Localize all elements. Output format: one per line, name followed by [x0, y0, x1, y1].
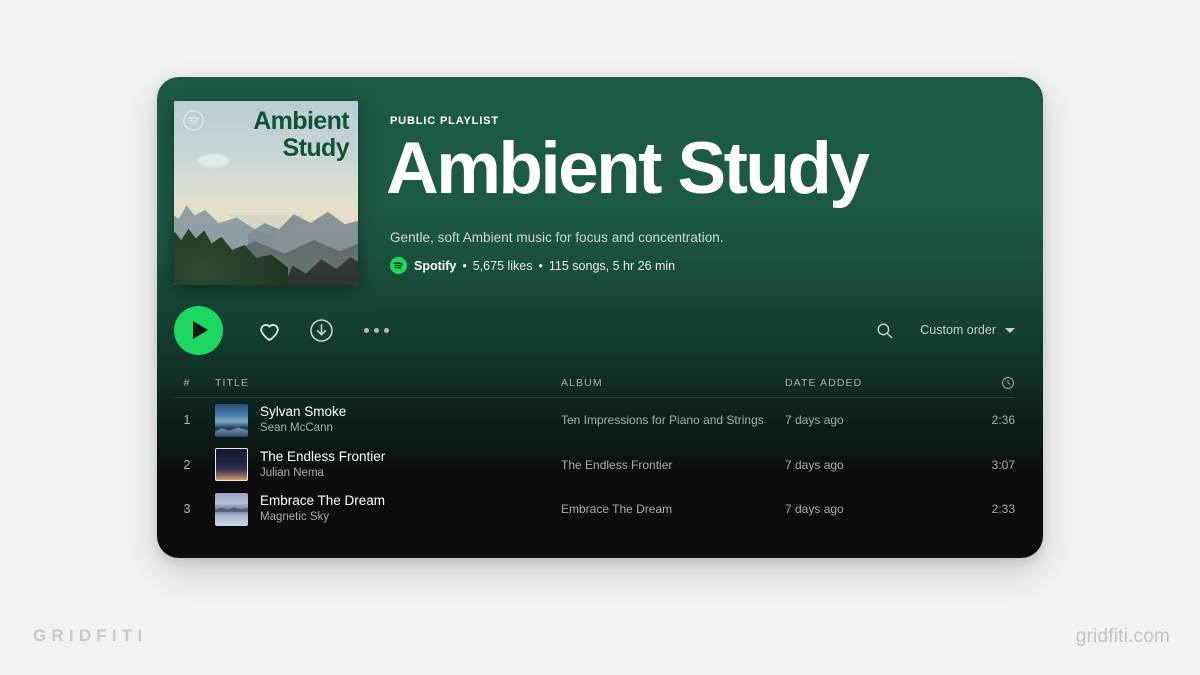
track-title[interactable]: Sylvan Smoke [260, 404, 346, 421]
playlist-owner[interactable]: Spotify [414, 259, 456, 273]
column-header-title: TITLE [215, 376, 250, 389]
track-duration: 2:33 [991, 502, 1015, 517]
spotify-logo-icon [183, 110, 204, 131]
spotify-playlist-card: Ambient Study PUBLIC PLAYLIST Ambient St… [157, 77, 1043, 558]
spotify-logo-icon [390, 257, 407, 275]
download-button[interactable] [309, 318, 334, 343]
track-number: 2 [183, 457, 191, 472]
track-date-added: 7 days ago [785, 413, 844, 428]
search-button[interactable] [875, 321, 894, 340]
track-thumbnail [215, 448, 248, 482]
like-button[interactable] [256, 317, 283, 344]
track-album[interactable]: The Endless Frontier [561, 458, 785, 472]
column-header-date-added: DATE ADDED [785, 376, 863, 389]
gridfiti-url: gridfiti.com [1075, 626, 1170, 647]
playlist-likes: 5,675 likes [472, 258, 533, 273]
sort-order-button[interactable]: Custom order [920, 323, 1015, 337]
track-album[interactable]: Ten Impressions for Piano and Strings [561, 413, 785, 427]
track-title[interactable]: The Endless Frontier [260, 449, 385, 466]
playlist-controls: Custom order [157, 292, 1043, 368]
track-thumbnail [215, 403, 248, 437]
track-album[interactable]: Embrace The Dream [561, 502, 785, 516]
column-header-duration [953, 376, 1015, 390]
tracklist-rows: 1 Sylvan Smoke Sean McCann Ten Impressions … [174, 398, 1015, 532]
playlist-header: Ambient Study PUBLIC PLAYLIST Ambient St… [157, 77, 1043, 292]
play-button[interactable] [174, 305, 223, 355]
chevron-down-icon [1005, 327, 1015, 333]
column-header-album: ALBUM [561, 376, 603, 389]
playlist-cover-art[interactable]: Ambient Study [174, 101, 358, 285]
playlist-description: Gentle, soft Ambient music for focus and… [390, 230, 724, 246]
tracklist-header-row: # TITLE ALBUM DATE ADDED [174, 368, 1015, 398]
download-circle-icon [310, 318, 333, 342]
play-icon [192, 321, 208, 339]
stat-separator-2: • [538, 258, 543, 273]
track-date-added: 7 days ago [785, 502, 844, 517]
track-thumbnail [215, 492, 248, 526]
playlist-song-count-duration: 115 songs, 5 hr 26 min [548, 258, 676, 273]
track-artist[interactable]: Magnetic Sky [260, 510, 385, 525]
gridfiti-wordmark: GRIDFITI [33, 626, 148, 645]
stat-separator-1: • [462, 258, 467, 273]
more-options-icon [364, 327, 369, 333]
search-icon [877, 322, 893, 338]
track-date-added: 7 days ago [785, 457, 844, 472]
more-options-button[interactable] [364, 327, 389, 333]
track-duration: 2:36 [991, 413, 1015, 428]
track-artist[interactable]: Julian Nema [260, 466, 385, 481]
cover-title-line-1: Ambient [253, 107, 349, 135]
track-duration: 3:07 [991, 457, 1015, 472]
clock-icon [1002, 376, 1014, 389]
cover-title-line-2: Study [282, 133, 350, 162]
track-number: 1 [183, 413, 191, 428]
track-number: 3 [183, 502, 191, 517]
playlist-meta: PUBLIC PLAYLIST Ambient Study Gentle, so… [358, 101, 1043, 292]
track-title[interactable]: Embrace The Dream [260, 493, 385, 510]
sort-order-label: Custom order [920, 323, 996, 337]
playlist-type-label: PUBLIC PLAYLIST [390, 115, 499, 127]
table-row[interactable]: 3 Embrace The Dream Magnetic Sky Embrace Th… [174, 487, 1015, 532]
page-title[interactable]: Ambient Study [386, 132, 1043, 205]
table-row[interactable]: 1 Sylvan Smoke Sean McCann Ten Impressions … [174, 398, 1015, 443]
track-artist[interactable]: Sean McCann [260, 421, 346, 436]
cover-art-title: Ambient Study [253, 108, 349, 162]
column-header-number: # [183, 376, 191, 389]
table-row[interactable]: 2 The Endless Frontier Julian Nema The Endl… [174, 443, 1015, 488]
heart-icon [260, 323, 279, 341]
tracklist: # TITLE ALBUM DATE ADDED 1 Sylvan Smoke Se… [157, 368, 1043, 532]
screenshot-stage: GRIDFITI gridfiti.com Ambient Study PUBL… [0, 0, 1200, 675]
playlist-stats: Spotify • 5,675 likes • 115 songs, 5 hr … [390, 257, 1043, 275]
